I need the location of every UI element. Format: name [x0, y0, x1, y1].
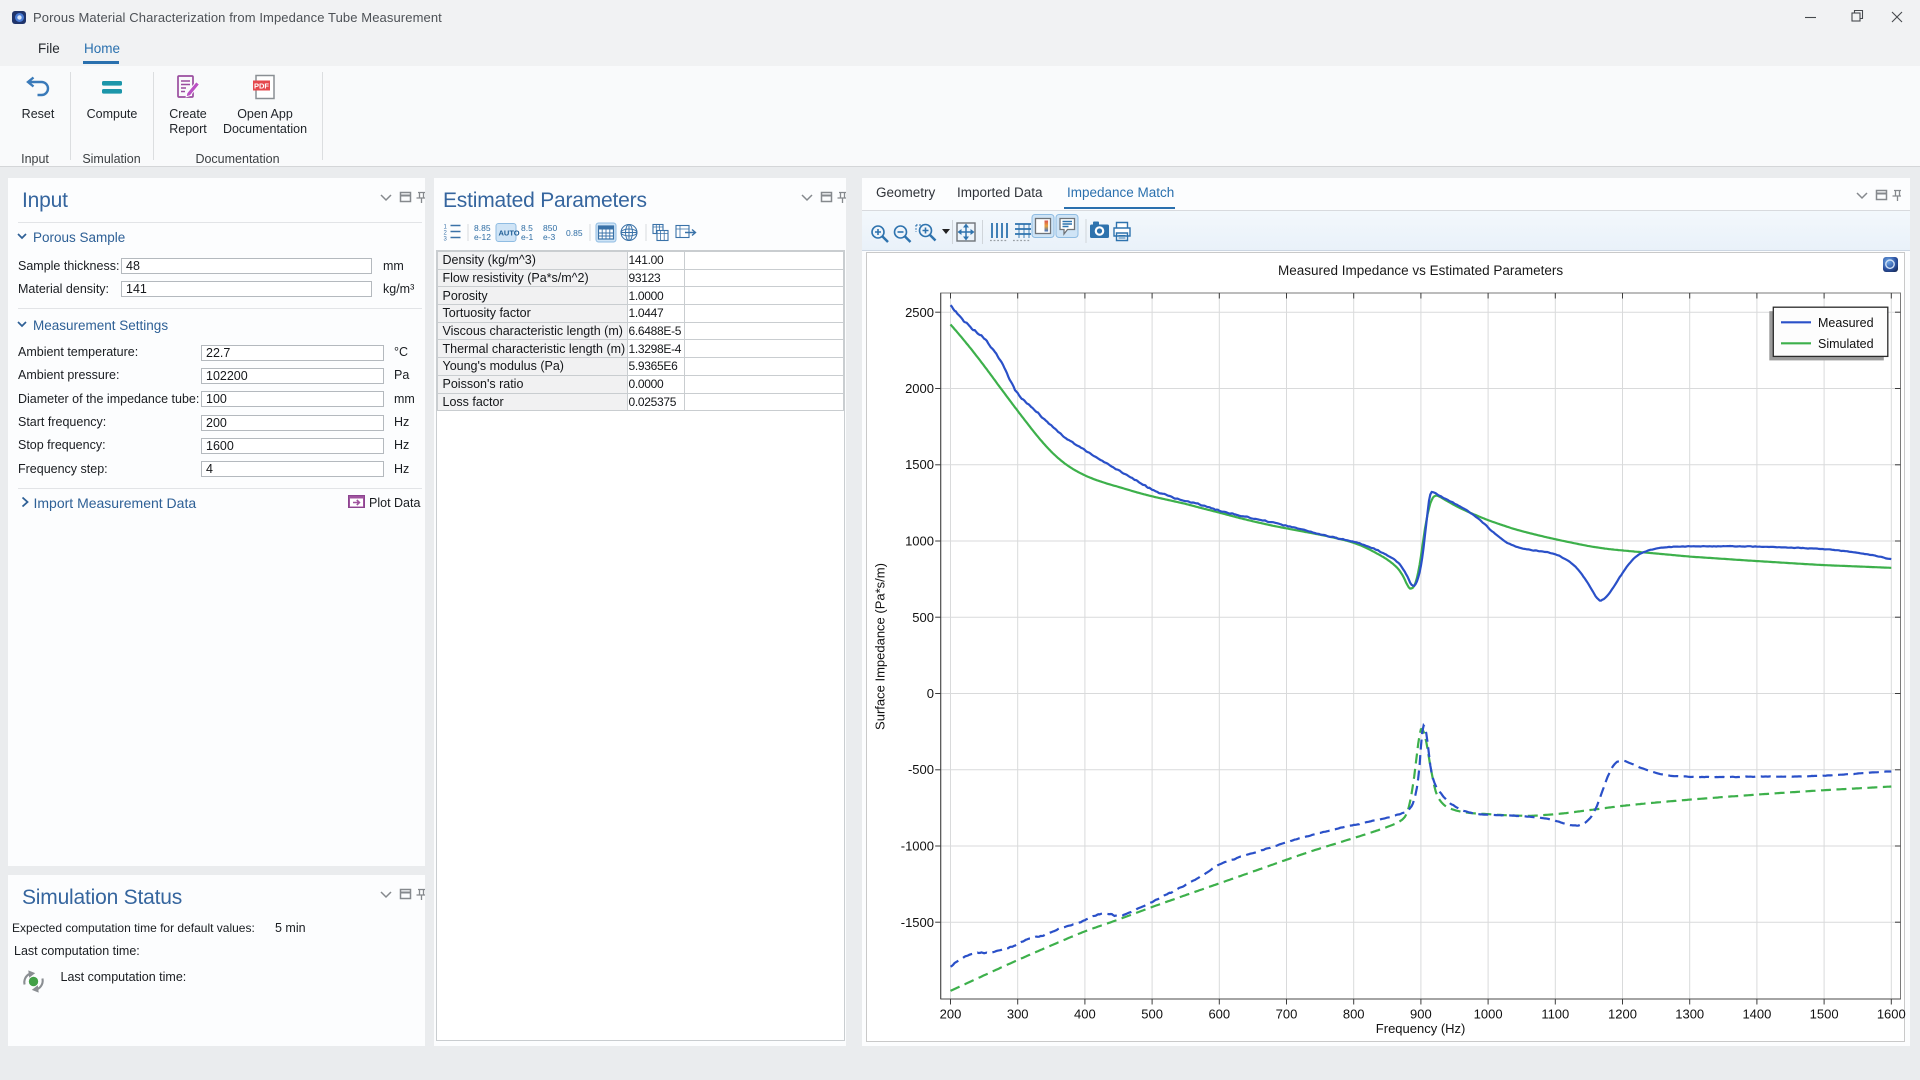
- svg-text:Simulated: Simulated: [1818, 337, 1874, 351]
- svg-text:e-12: e-12: [474, 232, 491, 242]
- svg-text:300: 300: [1007, 1007, 1029, 1022]
- svg-text:700: 700: [1276, 1007, 1298, 1022]
- svg-text:PDF: PDF: [254, 81, 269, 90]
- svg-text:1300: 1300: [1675, 1007, 1704, 1022]
- svg-text:500: 500: [912, 610, 934, 625]
- svg-text:1600: 1600: [1877, 1007, 1906, 1022]
- svg-text:400: 400: [1074, 1007, 1096, 1022]
- svg-text:1200: 1200: [1608, 1007, 1637, 1022]
- svg-text:600: 600: [1208, 1007, 1230, 1022]
- svg-text:-1500: -1500: [901, 915, 934, 930]
- svg-text:900: 900: [1410, 1007, 1432, 1022]
- svg-text:2500: 2500: [905, 305, 934, 320]
- svg-text:2000: 2000: [905, 381, 934, 396]
- svg-text:1500: 1500: [1810, 1007, 1839, 1022]
- svg-text:0.85: 0.85: [566, 228, 583, 238]
- svg-text:1000: 1000: [905, 534, 934, 549]
- svg-text:e-1: e-1: [521, 232, 534, 242]
- svg-text:0: 0: [927, 686, 934, 701]
- svg-text:Surface Impedance (Pa*s/m): Surface Impedance (Pa*s/m): [873, 563, 888, 730]
- svg-text:Measured Impedance vs Estimate: Measured Impedance vs Estimated Paramete…: [1278, 263, 1563, 278]
- svg-text:-500: -500: [908, 762, 934, 777]
- svg-text:3: 3: [444, 237, 448, 243]
- svg-text:AUTO: AUTO: [499, 229, 520, 238]
- svg-text:1100: 1100: [1541, 1007, 1569, 1022]
- svg-text:1000: 1000: [1474, 1007, 1503, 1022]
- svg-text:500: 500: [1141, 1007, 1163, 1022]
- svg-text:200: 200: [940, 1007, 962, 1022]
- svg-text:800: 800: [1343, 1007, 1365, 1022]
- svg-text:1400: 1400: [1742, 1007, 1771, 1022]
- svg-text:Frequency (Hz): Frequency (Hz): [1376, 1021, 1466, 1036]
- svg-text:Measured: Measured: [1818, 316, 1874, 330]
- svg-text:e-3: e-3: [543, 232, 556, 242]
- svg-text:-1000: -1000: [901, 839, 934, 854]
- svg-text:1500: 1500: [905, 457, 934, 472]
